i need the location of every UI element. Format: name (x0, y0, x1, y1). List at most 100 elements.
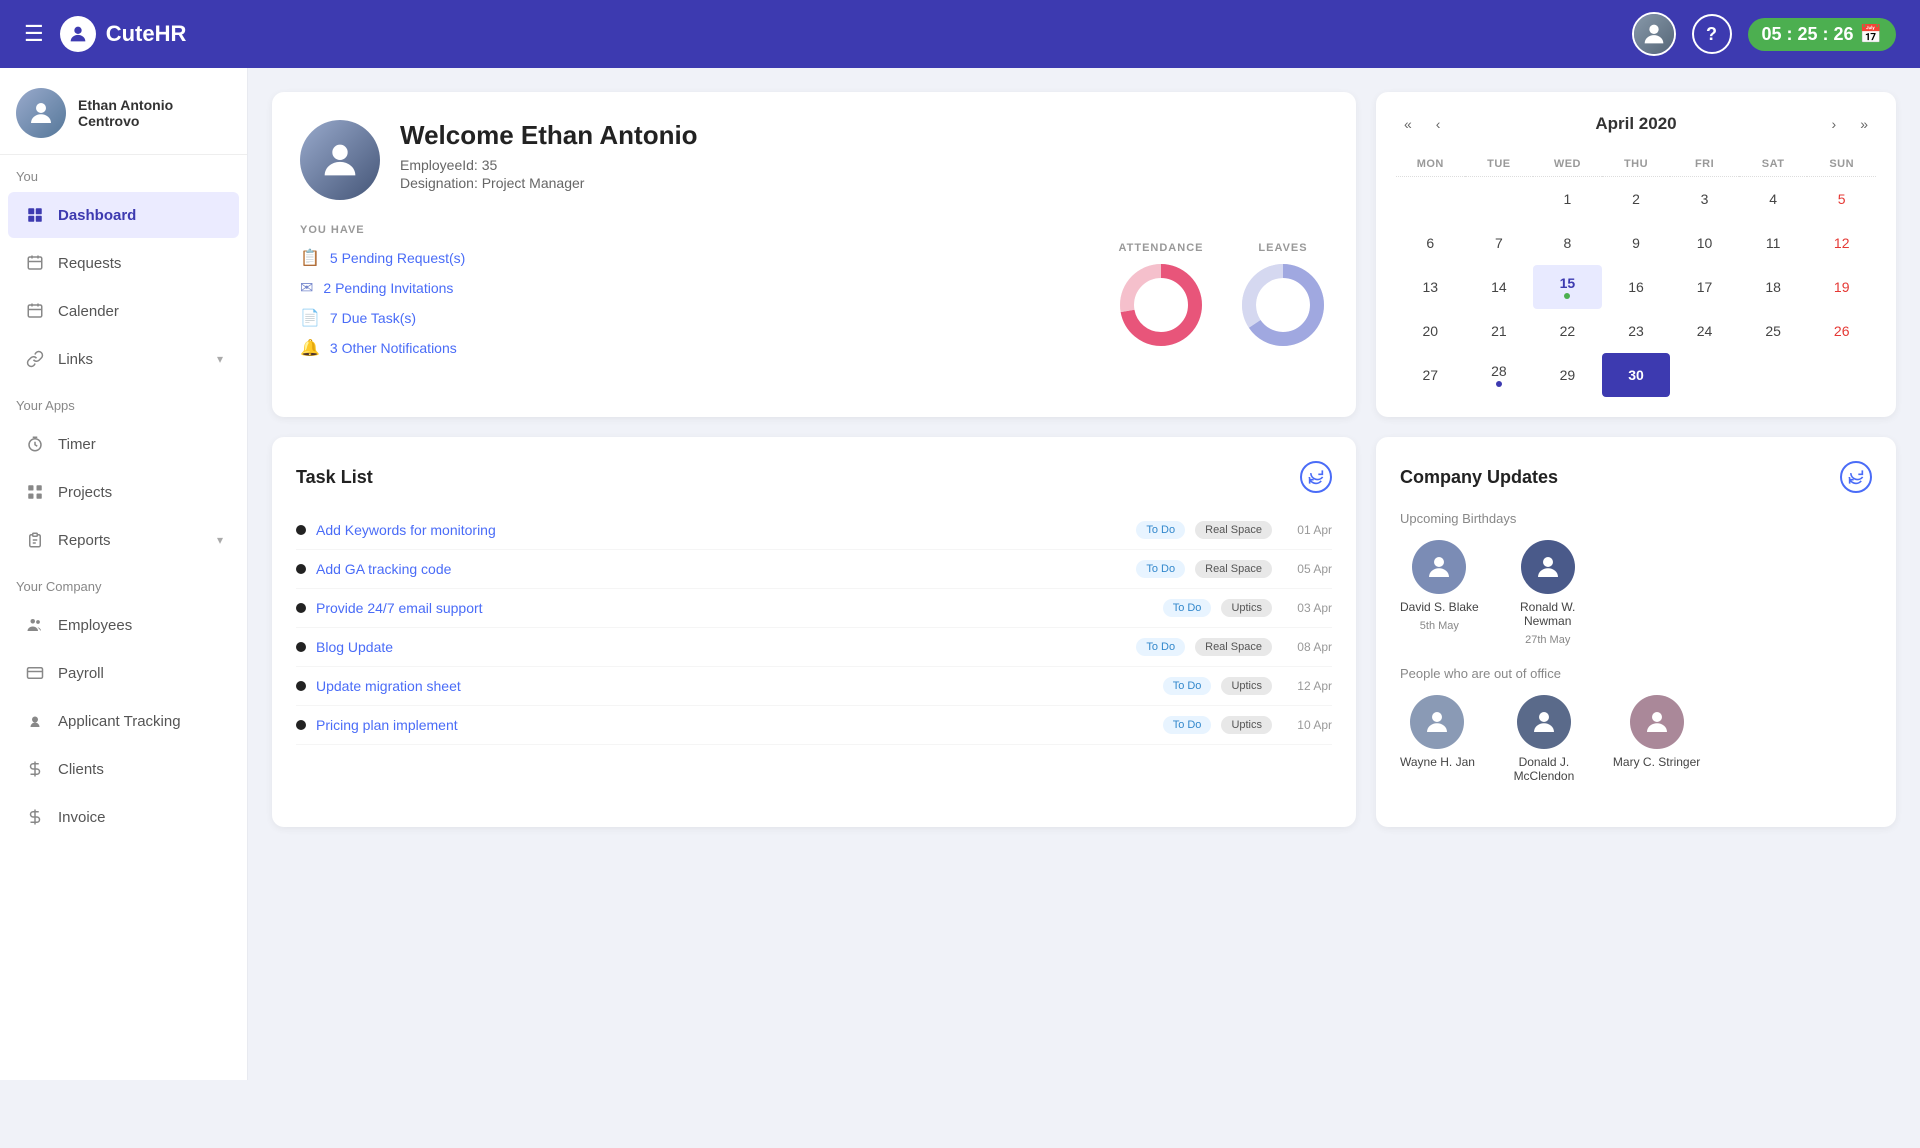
cal-cell-16[interactable]: 16 (1602, 265, 1671, 309)
sidebar-item-reports[interactable]: Reports ▾ (8, 517, 239, 563)
pending-requests-stat[interactable]: 📋 5 Pending Request(s) (300, 248, 1092, 268)
calendar-next-next-button[interactable]: » (1852, 112, 1876, 136)
task-status-0: To Do (1136, 521, 1185, 539)
cal-cell-19[interactable]: 19 (1807, 265, 1876, 309)
sidebar-apps-label: Your Apps (0, 384, 247, 419)
cal-cell-17[interactable]: 17 (1670, 265, 1739, 309)
cal-cell-3[interactable]: 3 (1670, 177, 1739, 221)
sidebar-item-invoice[interactable]: Invoice (8, 794, 239, 840)
sidebar-item-links[interactable]: Links ▾ (8, 336, 239, 382)
sidebar-dashboard-label: Dashboard (58, 207, 136, 224)
task-list-refresh-button[interactable] (1300, 461, 1332, 493)
cal-cell-15[interactable]: 15 (1533, 265, 1602, 309)
task-dot (296, 681, 306, 691)
cal-cell-8[interactable]: 8 (1533, 221, 1602, 265)
cal-cell-10[interactable]: 10 (1670, 221, 1739, 265)
sidebar-profile-info: Ethan Antonio Centrovo (78, 97, 173, 129)
cal-cell-21[interactable]: 21 (1465, 309, 1534, 353)
cal-cell-14[interactable]: 14 (1465, 265, 1534, 309)
welcome-greeting: Welcome Ethan Antonio (400, 120, 698, 151)
company-updates-refresh-button[interactable] (1840, 461, 1872, 493)
out-of-office-list: Wayne H. Jan Donald J. McClendon (1400, 695, 1872, 783)
task-name-1[interactable]: Add GA tracking code (316, 561, 1126, 577)
cal-cell-6[interactable]: 6 (1396, 221, 1465, 265)
calendar-prev-prev-button[interactable]: « (1396, 112, 1420, 136)
task-status-5: To Do (1163, 716, 1212, 734)
designation: Designation: Project Manager (400, 175, 698, 191)
cal-cell-23[interactable]: 23 (1602, 309, 1671, 353)
hamburger-menu-icon[interactable]: ☰ (24, 21, 44, 47)
task-date-4: 12 Apr (1282, 679, 1332, 693)
cal-dot-green (1564, 293, 1570, 299)
pending-invitations-stat[interactable]: ✉ 2 Pending Invitations (300, 278, 1092, 298)
top-row: Welcome Ethan Antonio EmployeeId: 35 Des… (272, 92, 1896, 417)
task-name-0[interactable]: Add Keywords for monitoring (316, 522, 1126, 538)
task-name-5[interactable]: Pricing plan implement (316, 717, 1153, 733)
cal-cell-13[interactable]: 13 (1396, 265, 1465, 309)
cal-cell-12[interactable]: 12 (1807, 221, 1876, 265)
task-date-0: 01 Apr (1282, 523, 1332, 537)
cal-cell-26[interactable]: 26 (1807, 309, 1876, 353)
donut-charts-area: ATTENDANCE LEAVES (1116, 224, 1328, 368)
birthday-date-1: 27th May (1525, 634, 1570, 646)
calendar-next-button[interactable]: › (1824, 112, 1845, 136)
logo-icon (60, 16, 96, 52)
sidebar-item-dashboard[interactable]: Dashboard (8, 192, 239, 238)
you-have-section: YOU HAVE 📋 5 Pending Request(s) ✉ 2 Pend… (300, 224, 1092, 368)
task-row-0: Add Keywords for monitoring To Do Real S… (296, 511, 1332, 550)
task-name-4[interactable]: Update migration sheet (316, 678, 1153, 694)
cal-cell-28[interactable]: 28 (1465, 353, 1534, 397)
cal-cell-5[interactable]: 5 (1807, 177, 1876, 221)
out-of-office-avatar-0 (1410, 695, 1464, 749)
cal-cell-9[interactable]: 9 (1602, 221, 1671, 265)
cal-cell-20[interactable]: 20 (1396, 309, 1465, 353)
cal-cell-25[interactable]: 25 (1739, 309, 1808, 353)
sidebar-item-requests[interactable]: Requests (8, 240, 239, 286)
sidebar-item-applicant-tracking[interactable]: Applicant Tracking (8, 698, 239, 744)
cal-cell-30[interactable]: 30 (1602, 353, 1671, 397)
sidebar-item-calender[interactable]: Calender (8, 288, 239, 334)
sidebar-links-label: Links (58, 351, 93, 368)
other-notifications-stat[interactable]: 🔔 3 Other Notifications (300, 338, 1092, 358)
task-space-0: Real Space (1195, 521, 1272, 539)
pending-requests-label: 5 Pending Request(s) (330, 250, 465, 266)
timer-display[interactable]: 05 : 25 : 26 📅 (1748, 18, 1896, 51)
sidebar-item-timer[interactable]: Timer (8, 421, 239, 467)
welcome-card: Welcome Ethan Antonio EmployeeId: 35 Des… (272, 92, 1356, 417)
sidebar-item-projects[interactable]: Projects (8, 469, 239, 515)
calendar-prev-button[interactable]: ‹ (1428, 112, 1449, 136)
help-button[interactable]: ? (1692, 14, 1732, 54)
sidebar-item-payroll[interactable]: Payroll (8, 650, 239, 696)
cal-cell-4[interactable]: 4 (1739, 177, 1808, 221)
cal-cell-1[interactable]: 1 (1533, 177, 1602, 221)
sidebar-item-clients[interactable]: Clients (8, 746, 239, 792)
task-space-5: Uptics (1221, 716, 1272, 734)
cal-cell-2[interactable]: 2 (1602, 177, 1671, 221)
dashboard-icon (24, 204, 46, 226)
cal-cell-29[interactable]: 29 (1533, 353, 1602, 397)
cal-cell-18[interactable]: 18 (1739, 265, 1808, 309)
app-logo: CuteHR (60, 16, 187, 52)
attendance-label: ATTENDANCE (1119, 242, 1204, 254)
task-status-3: To Do (1136, 638, 1185, 656)
out-of-office-name-2: Mary C. Stringer (1613, 755, 1700, 769)
timer-calendar-icon: 📅 (1860, 24, 1882, 45)
links-icon (24, 348, 46, 370)
birthdays-list: David S. Blake 5th May Ronald W. Newman … (1400, 540, 1872, 646)
due-tasks-stat[interactable]: 📄 7 Due Task(s) (300, 308, 1092, 328)
company-updates-card: Company Updates Upcoming Birthdays (1376, 437, 1896, 827)
cal-cell-7[interactable]: 7 (1465, 221, 1534, 265)
task-name-2[interactable]: Provide 24/7 email support (316, 600, 1153, 616)
cal-cell-27[interactable]: 27 (1396, 353, 1465, 397)
cal-cell-24[interactable]: 24 (1670, 309, 1739, 353)
company-updates-header: Company Updates (1400, 461, 1872, 493)
task-name-3[interactable]: Blog Update (316, 639, 1126, 655)
user-avatar[interactable] (1632, 12, 1676, 56)
sidebar-item-employees[interactable]: Employees (8, 602, 239, 648)
birthday-person-1: Ronald W. Newman 27th May (1503, 540, 1593, 646)
sidebar-company-label: Your Company (0, 565, 247, 600)
cal-cell-empty (1670, 353, 1739, 397)
sidebar-profile: Ethan Antonio Centrovo (0, 68, 247, 155)
cal-cell-11[interactable]: 11 (1739, 221, 1808, 265)
cal-cell-22[interactable]: 22 (1533, 309, 1602, 353)
